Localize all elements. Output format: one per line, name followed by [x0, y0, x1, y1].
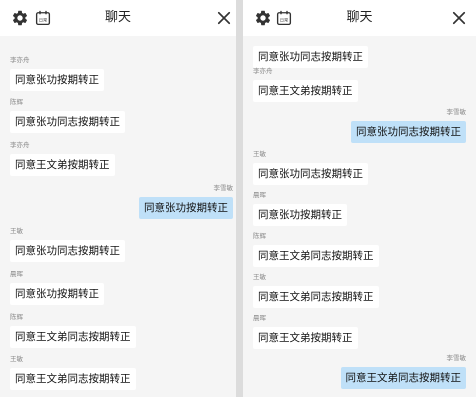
message-item: 李雪敏 同意王文弟同志按期转正	[340, 354, 467, 389]
calendar-icon[interactable]: 日常	[275, 9, 293, 27]
message-sender: 晨晖	[253, 191, 266, 199]
close-icon[interactable]	[450, 9, 468, 27]
message-bubble[interactable]: 同意王文弟按期转正	[253, 80, 358, 102]
message-sender: 晨晖	[253, 314, 266, 322]
message-bubble[interactable]: 同意王文弟同志按期转正	[10, 368, 136, 390]
message-item: 同意张功同志按期转正	[253, 33, 368, 68]
message-bubble[interactable]: 同意王文弟同志按期转正	[253, 286, 379, 308]
message-bubble[interactable]: 同意张功按期转正	[139, 197, 233, 219]
message-sender: 陈辉	[253, 232, 266, 240]
message-item: 陈辉 同意王文弟同志按期转正	[253, 232, 379, 267]
message-bubble[interactable]: 同意张功同志按期转正	[10, 240, 125, 262]
message-bubble[interactable]: 同意张功同志按期转正	[253, 163, 368, 185]
message-bubble[interactable]: 同意王文弟同志按期转正	[10, 326, 136, 348]
message-sender: 陈辉	[10, 313, 23, 321]
message-item: 晨晖 同意张功按期转正	[253, 191, 347, 226]
close-icon[interactable]	[215, 9, 233, 27]
message-bubble[interactable]: 同意张功同志按期转正	[351, 121, 466, 143]
gear-icon[interactable]	[254, 9, 272, 27]
message-bubble[interactable]: 同意王文弟按期转正	[10, 154, 115, 176]
calendar-icon[interactable]: 日常	[34, 9, 52, 27]
message-item: 陈辉 同意王文弟同志按期转正	[10, 313, 136, 348]
message-item: 李亦舟 同意王文弟按期转正	[10, 141, 115, 176]
message-sender: 李亦舟	[10, 141, 30, 149]
message-item: 晨晖 同意王文弟按期转正	[253, 314, 358, 349]
message-item: 李亦舟 同意王文弟按期转正	[253, 67, 358, 102]
message-item: 李雪敏 同意张功按期转正	[139, 184, 233, 219]
message-bubble[interactable]: 同意张功按期转正	[10, 69, 104, 91]
message-sender: 李雪敏	[446, 108, 467, 116]
calendar-icon-text: 日常	[39, 16, 47, 22]
message-sender: 李亦舟	[253, 67, 273, 75]
chat-panel-left: 日常 聊天 李亦舟 同意张功按期转正 陈辉 同意张功同志按期转正 李亦舟 同意王…	[0, 0, 236, 397]
message-sender: 晨晖	[10, 270, 23, 278]
message-item: 王敏 同意张功同志按期转正	[10, 227, 125, 262]
message-sender: 李雪敏	[446, 354, 467, 362]
message-sender: 陈辉	[10, 98, 23, 106]
message-sender: 王敏	[253, 150, 266, 158]
message-item: 晨晖 同意张功按期转正	[10, 270, 104, 305]
chat-header: 日常 聊天	[243, 0, 476, 36]
message-bubble[interactable]: 同意张功按期转正	[253, 204, 347, 226]
message-item: 王敏 同意王文弟同志按期转正	[10, 355, 136, 390]
message-sender: 王敏	[10, 355, 23, 363]
gear-icon[interactable]	[11, 9, 29, 27]
message-item: 李雪敏 同意张功同志按期转正	[351, 108, 466, 143]
message-bubble[interactable]: 同意张功同志按期转正	[253, 46, 368, 68]
message-sender: 李雪敏	[213, 184, 234, 192]
chat-header: 日常 聊天	[0, 0, 236, 36]
message-sender: 李亦舟	[10, 56, 30, 64]
message-bubble[interactable]: 同意王文弟同志按期转正	[253, 245, 379, 267]
message-bubble[interactable]: 同意王文弟同志按期转正	[340, 367, 466, 389]
chat-panel-right: 同意张功同志按期转正 李亦舟 同意王文弟按期转正 李雪敏 同意张功同志按期转正 …	[243, 0, 476, 397]
message-item: 王敏 同意张功同志按期转正	[253, 150, 368, 185]
message-sender: 王敏	[10, 227, 23, 235]
message-item: 陈辉 同意张功同志按期转正	[10, 98, 125, 133]
message-bubble[interactable]: 同意张功同志按期转正	[10, 111, 125, 133]
message-bubble[interactable]: 同意张功按期转正	[10, 283, 104, 305]
message-bubble[interactable]: 同意王文弟按期转正	[253, 327, 358, 349]
message-sender: 王敏	[253, 273, 266, 281]
message-item: 李亦舟 同意张功按期转正	[10, 56, 104, 91]
message-item: 王敏 同意王文弟同志按期转正	[253, 273, 379, 308]
calendar-icon-text: 日常	[280, 16, 288, 22]
